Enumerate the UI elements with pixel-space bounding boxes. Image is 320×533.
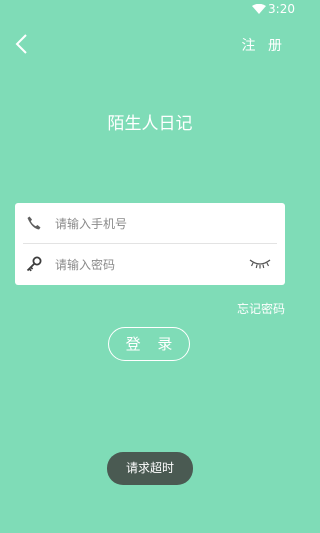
register-button[interactable]: 注 册 (242, 35, 286, 55)
status-bar: 3:20 (0, 0, 300, 18)
eye-closed-icon[interactable] (249, 258, 271, 270)
app-title: 陌生人日记 (107, 114, 193, 134)
phone-row (15, 203, 285, 244)
wifi-icon (252, 4, 266, 14)
password-input[interactable] (53, 252, 237, 278)
toast-message: 请求超时 (107, 452, 193, 485)
phone-icon (27, 216, 41, 230)
chevron-left-icon[interactable] (14, 34, 30, 54)
phone-input[interactable] (53, 211, 237, 237)
forgot-password-link[interactable]: 忘记密码 (237, 300, 285, 317)
key-icon (26, 256, 42, 272)
login-button[interactable]: 登 录 (108, 327, 190, 361)
status-time: 3:20 (268, 2, 295, 16)
password-row (15, 244, 285, 285)
login-form-card (15, 203, 285, 285)
